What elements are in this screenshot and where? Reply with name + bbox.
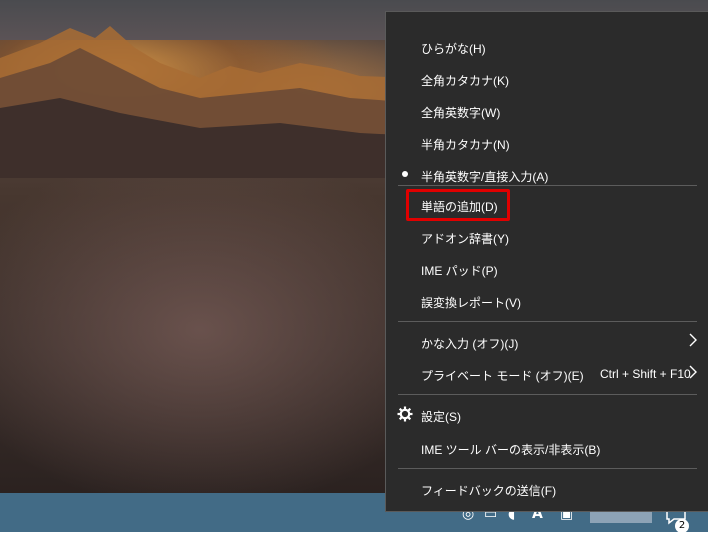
menu-item-accelerator: Ctrl + Shift + F10: [600, 367, 691, 381]
menu-item-label: かな入力 (オフ)(J): [421, 337, 519, 351]
menu-item-settings[interactable]: 設定(S): [386, 400, 708, 430]
menu-item-label: 半角英数字/直接入力(A): [421, 170, 549, 184]
menu-item-label: ひらがな(H): [421, 42, 486, 56]
menu-item-label: 全角カタカナ(K): [421, 74, 509, 88]
menu-item-fullwidth-katakana[interactable]: 全角カタカナ(K): [386, 64, 708, 94]
menu-item-halfwidth-katakana[interactable]: 半角カタカナ(N): [386, 128, 708, 158]
menu-item-label: フィードバックの送信(F): [421, 484, 557, 498]
gear-icon: [397, 406, 413, 422]
menu-item-toggle-toolbar[interactable]: IME ツール バーの表示/非表示(B): [386, 433, 708, 463]
notification-count-badge: 2: [675, 519, 689, 533]
menu-item-label: IME パッド(P): [421, 264, 498, 278]
menu-item-label: アドオン辞書(Y): [421, 232, 509, 246]
menu-item-label: 半角カタカナ(N): [421, 138, 510, 152]
ime-context-menu: ひらがな(H) 全角カタカナ(K) 全角英数字(W) 半角カタカナ(N) 半角英…: [385, 11, 708, 512]
menu-item-addon-dictionary[interactable]: アドオン辞書(Y): [386, 222, 708, 252]
menu-item-send-feedback[interactable]: フィードバックの送信(F): [386, 474, 708, 504]
menu-item-hiragana[interactable]: ひらがな(H): [386, 32, 708, 62]
menu-item-conversion-report[interactable]: 誤変換レポート(V): [386, 286, 708, 316]
menu-item-label: 全角英数字(W): [421, 106, 501, 120]
chevron-right-icon: [689, 365, 697, 379]
menu-item-label: 誤変換レポート(V): [421, 296, 521, 310]
chevron-right-icon: [689, 333, 697, 347]
menu-item-ime-pad[interactable]: IME パッド(P): [386, 254, 708, 284]
menu-item-fullwidth-alphanumeric[interactable]: 全角英数字(W): [386, 96, 708, 126]
menu-item-label: プライベート モード (オフ)(E): [421, 369, 584, 383]
menu-separator: [398, 185, 697, 186]
menu-item-label: IME ツール バーの表示/非表示(B): [421, 443, 601, 457]
menu-separator: [398, 394, 697, 395]
menu-item-label: 設定(S): [421, 410, 461, 424]
menu-separator: [398, 321, 697, 322]
menu-item-kana-input[interactable]: かな入力 (オフ)(J): [386, 327, 708, 357]
menu-item-private-mode[interactable]: プライベート モード (オフ)(E) Ctrl + Shift + F10: [386, 359, 708, 389]
annotation-highlight-box: [406, 189, 510, 221]
menu-separator: [398, 468, 697, 469]
mountain-ridge-graphic: [0, 26, 420, 178]
selected-bullet-icon: [402, 171, 408, 177]
